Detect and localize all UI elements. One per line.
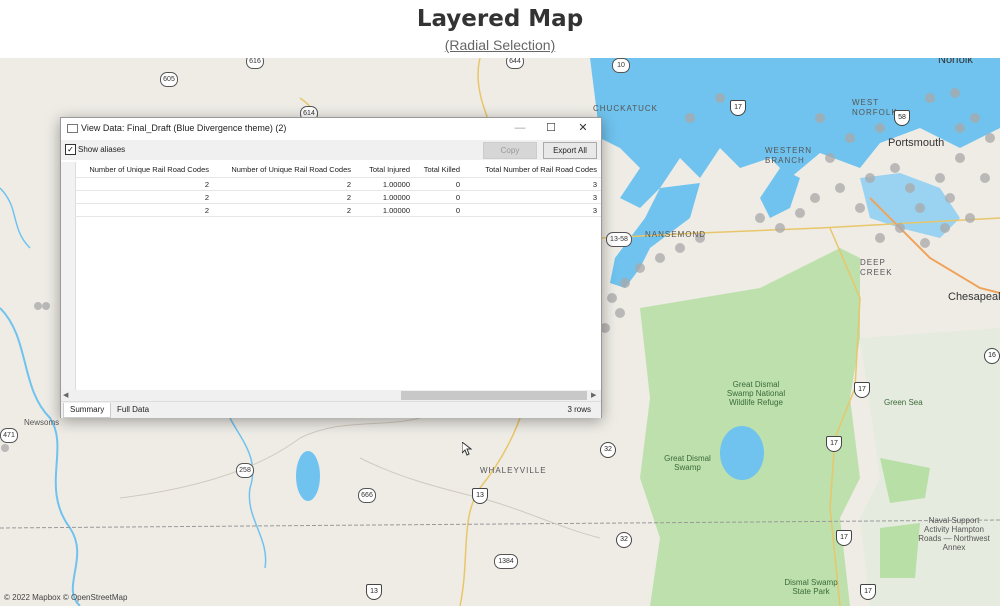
column-header[interactable]: Total Number of Rail Road Codes (462, 165, 597, 174)
shield-17-b: 17 (854, 382, 870, 398)
green-naval-annex (880, 523, 920, 578)
table-cell: 3 (592, 180, 597, 189)
shield-1384: 1384 (494, 554, 518, 569)
shield-17-c: 17 (826, 436, 842, 452)
dialog-toolbar: ✓ Show aliases Copy Export All (61, 140, 601, 160)
table-cell: 2 (204, 193, 209, 202)
column-header[interactable]: Number of Unique Rail Road Codes (75, 165, 209, 174)
map-attribution[interactable]: © 2022 Mapbox © OpenStreetMap (4, 593, 127, 602)
grid-divider (75, 203, 601, 204)
minor-road-1 (119, 417, 421, 499)
copy-button[interactable]: Copy (483, 142, 537, 159)
scroll-right-icon[interactable]: ▶ (591, 390, 596, 401)
state-border (0, 519, 1000, 529)
grid-divider (75, 177, 601, 178)
shield-10: 10 (612, 58, 630, 73)
shield-258: 258 (236, 463, 254, 478)
grid-divider (75, 190, 601, 191)
table-cell: 0 (455, 180, 460, 189)
label-newsoms: Newsoms (24, 418, 60, 427)
label-green-sea: Green Sea (884, 398, 923, 407)
tab-full-data[interactable]: Full Data (111, 403, 155, 417)
label-dismal-state-park: Dismal Swamp State Park (784, 578, 838, 596)
table-icon (67, 124, 78, 133)
small-lake (296, 451, 320, 501)
grid-divider (75, 216, 601, 217)
shield-13-b: 13 (366, 584, 382, 600)
label-west-norfolk: WEST NORFOLK (852, 98, 898, 117)
shield-616: 616 (246, 58, 264, 69)
column-header[interactable]: Total Injured (353, 165, 410, 174)
label-whaleyville: WHALEYVILLE (480, 466, 547, 475)
show-aliases-label[interactable]: Show aliases (78, 145, 125, 154)
shield-17-e: 17 (860, 584, 876, 600)
maximize-button[interactable]: ☐ (536, 120, 566, 136)
table-cell: 0 (455, 193, 460, 202)
table-cell: 1.00000 (382, 180, 410, 189)
shield-605: 605 (160, 72, 178, 87)
label-western-branch: WESTERN BRANCH (765, 146, 812, 165)
row-count: 3 rows (567, 405, 591, 414)
shield-13-58: 13-58 (606, 232, 632, 247)
shield-16: 16 (984, 348, 1000, 364)
table-cell: 0 (455, 206, 460, 215)
page-title: Layered Map (416, 6, 584, 32)
dialog-tabs: Summary Full Data 3 rows (61, 401, 601, 418)
table-cell: 2 (204, 180, 209, 189)
export-all-button[interactable]: Export All (543, 142, 597, 159)
show-aliases-checkbox[interactable]: ✓ (65, 144, 76, 155)
label-deep-creek: DEEP CREEK (860, 258, 893, 277)
scroll-left-icon[interactable]: ◀ (63, 390, 68, 401)
scrollbar-thumb[interactable] (401, 391, 587, 400)
creek-left (229, 417, 267, 569)
tab-summary[interactable]: Summary (63, 403, 112, 418)
label-chuckatuck: CHUCKATUCK (593, 104, 658, 113)
table-cell: 1.00000 (382, 206, 410, 215)
data-grid[interactable]: Number of Unique Rail Road Codes Number … (61, 162, 601, 390)
creek-top-left (0, 187, 31, 249)
water-western-branch (760, 168, 800, 218)
table-cell: 3 (592, 206, 597, 215)
shield-644: 644 (506, 58, 524, 69)
table-cell: 2 (204, 206, 209, 215)
label-portsmouth: Portsmouth (888, 137, 945, 149)
label-great-dismal-swamp: Great Dismal Swamp (664, 454, 711, 472)
horizontal-scrollbar[interactable]: ◀ ▶ (61, 390, 601, 401)
row-gutter (61, 162, 76, 390)
shield-32-b: 32 (616, 532, 632, 548)
view-data-dialog[interactable]: View Data: Final_Draft (Blue Divergence … (60, 117, 602, 418)
label-naval-support: Naval Support Activity Hampton Roads — N… (918, 516, 990, 552)
lake-drummond (720, 426, 764, 480)
shield-471: 471 (0, 428, 18, 443)
column-header[interactable]: Total Killed (412, 165, 460, 174)
table-cell: 3 (592, 193, 597, 202)
shield-32-a: 32 (600, 442, 616, 458)
close-button[interactable]: ✕ (568, 120, 598, 136)
green-great-dismal-swamp (640, 248, 860, 606)
dialog-titlebar[interactable]: View Data: Final_Draft (Blue Divergence … (61, 118, 601, 138)
label-chesapeake: Chesapeak (948, 291, 1000, 303)
mouse-cursor-icon (461, 440, 473, 461)
page-subtitle-link[interactable]: (Radial Selection) (0, 37, 1000, 53)
shield-58: 58 (894, 110, 910, 126)
label-nansemond: NANSEMOND (645, 230, 707, 239)
label-norfolk: Norfolk (938, 58, 973, 66)
dialog-title: View Data: Final_Draft (Blue Divergence … (81, 123, 287, 133)
table-cell: 1.00000 (382, 193, 410, 202)
table-cell: 2 (346, 180, 351, 189)
shield-13: 13 (472, 488, 488, 504)
shield-17-a: 17 (730, 100, 746, 116)
label-great-dismal-refuge: Great Dismal Swamp National Wildlife Ref… (726, 380, 786, 407)
shield-17-d: 17 (836, 530, 852, 546)
column-header[interactable]: Number of Unique Rail Road Codes (211, 165, 351, 174)
minimize-button[interactable]: — (505, 120, 535, 136)
dashboard-header: Layered Map (Radial Selection) (0, 0, 1000, 58)
shield-666: 666 (358, 488, 376, 503)
table-cell: 2 (346, 193, 351, 202)
table-cell: 2 (346, 206, 351, 215)
